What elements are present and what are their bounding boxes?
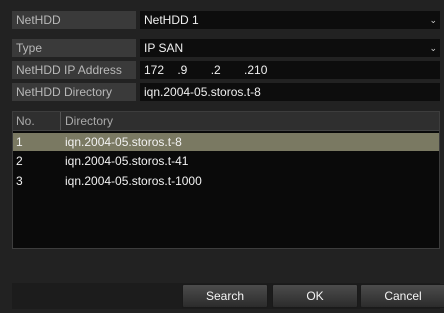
type-label: Type <box>12 39 136 57</box>
ip-octet-3[interactable]: .2 <box>211 61 241 79</box>
chevron-down-icon: ⌄ <box>429 43 437 53</box>
row-directory: iqn.2004-05.storos.t-8 <box>65 135 182 149</box>
row-no: 1 <box>16 135 23 149</box>
ip-row: NetHDD IP Address 172 .9 .2 .210 <box>12 61 440 79</box>
type-row: Type IP SAN ⌄ <box>12 39 440 57</box>
chevron-down-icon: ⌄ <box>429 15 437 25</box>
table-row[interactable]: 2 iqn.2004-05.storos.t-41 <box>13 152 439 170</box>
table-row[interactable]: 1 iqn.2004-05.storos.t-8 <box>13 133 439 151</box>
row-directory: iqn.2004-05.storos.t-41 <box>65 154 189 168</box>
ok-button[interactable]: OK <box>272 284 358 308</box>
ip-label: NetHDD IP Address <box>12 61 136 79</box>
row-directory: iqn.2004-05.storos.t-1000 <box>65 174 202 188</box>
directory-field[interactable]: iqn.2004-05.storos.t-8 <box>140 83 440 101</box>
table-header: No. Directory <box>13 112 439 131</box>
row-no: 3 <box>16 174 23 188</box>
ip-octet-4[interactable]: .210 <box>244 61 284 79</box>
header-divider <box>60 112 61 130</box>
header-directory: Directory <box>65 114 114 128</box>
ip-octet-1[interactable]: 172 <box>144 61 174 79</box>
ip-address-field[interactable]: 172 .9 .2 .210 <box>140 61 440 79</box>
directory-table: No. Directory 1 iqn.2004-05.storos.t-8 2… <box>12 111 440 249</box>
directory-label: NetHDD Directory <box>12 83 136 101</box>
nethdd-select-value: NetHDD 1 <box>144 13 199 27</box>
nethdd-row: NetHDD NetHDD 1 ⌄ <box>12 11 440 29</box>
header-no: No. <box>16 114 35 128</box>
directory-row: NetHDD Directory iqn.2004-05.storos.t-8 <box>12 83 440 101</box>
cancel-button[interactable]: Cancel <box>360 284 444 308</box>
type-select-value: IP SAN <box>144 41 184 55</box>
type-select[interactable]: IP SAN ⌄ <box>140 39 440 57</box>
nethdd-label: NetHDD <box>12 11 136 29</box>
search-button[interactable]: Search <box>182 284 268 308</box>
nethdd-dialog: NetHDD NetHDD 1 ⌄ Type IP SAN ⌄ NetHDD I… <box>0 0 444 313</box>
ip-octet-2[interactable]: .9 <box>177 61 207 79</box>
row-no: 2 <box>16 154 23 168</box>
table-row[interactable]: 3 iqn.2004-05.storos.t-1000 <box>13 172 439 190</box>
nethdd-select[interactable]: NetHDD 1 ⌄ <box>140 11 440 29</box>
